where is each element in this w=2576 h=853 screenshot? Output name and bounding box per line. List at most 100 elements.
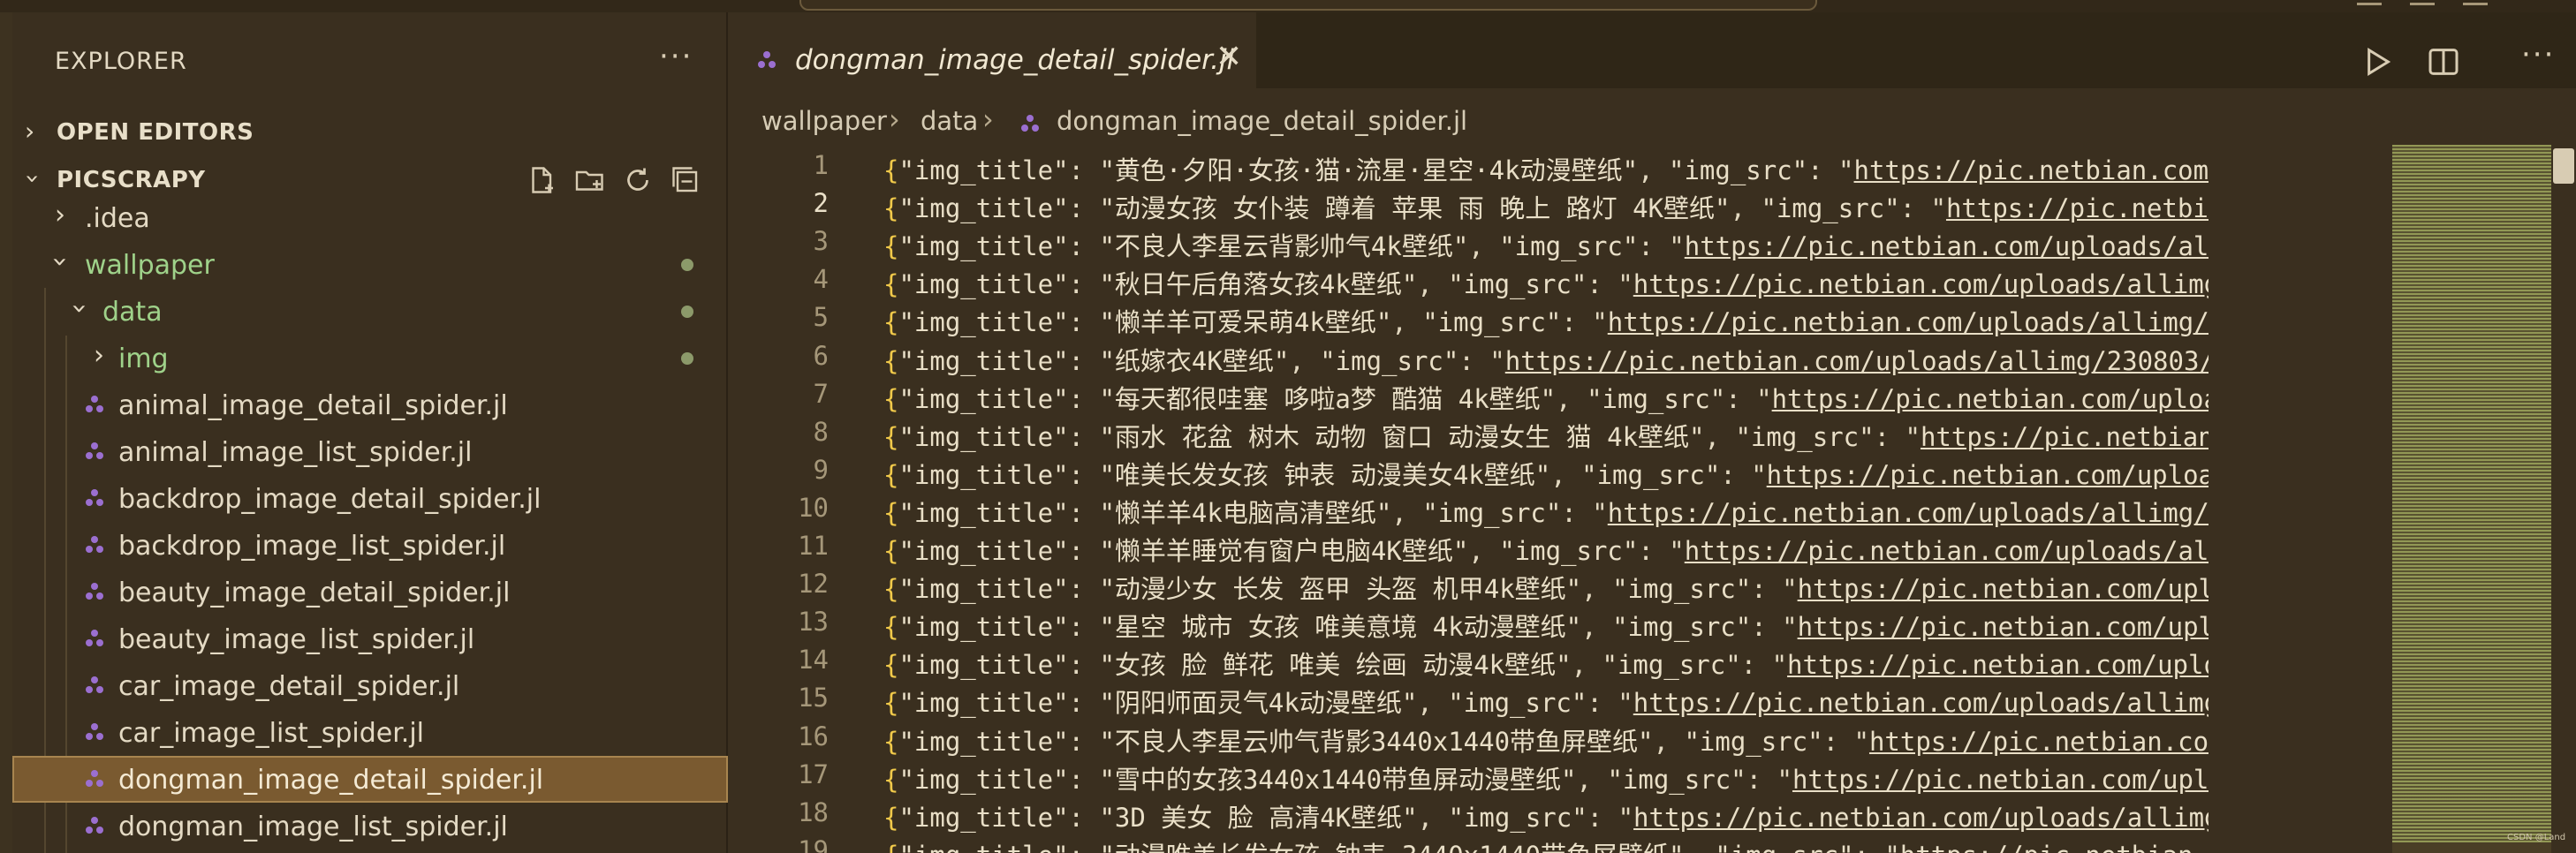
- code-token: "img_title": [898, 383, 1069, 414]
- code-line[interactable]: 8 {"img_title": "雨水 花盆 树木 动物 窗口 动漫女生 猫 4k…: [728, 413, 2375, 452]
- layout-toggle-icon[interactable]: [2410, 0, 2435, 5]
- url-link[interactable]: https://pic.netbian.com/uploads/allimg: [1792, 765, 2209, 795]
- code-line[interactable]: 3 {"img_title": "不良人李星云背影帅气4k壁纸", "img_sr…: [728, 223, 2375, 261]
- tree-file[interactable]: backdrop_image_detail_spider.jl: [12, 475, 728, 522]
- breadcrumb-item[interactable]: wallpaper: [761, 106, 887, 136]
- tree-file-selected[interactable]: dongman_image_detail_spider.jl: [12, 756, 728, 803]
- vertical-scrollbar[interactable]: [2551, 145, 2576, 853]
- code-line[interactable]: 7 {"img_title": "每天都很哇塞 哆啦a梦 酷猫 4k壁纸", "i…: [728, 375, 2375, 414]
- code-line[interactable]: 17 {"img_title": "雪中的女孩3440x1440带鱼屏动漫壁纸",…: [728, 756, 2375, 795]
- code-token: :: [1068, 764, 1100, 795]
- tab-dongman-image-detail-spider[interactable]: dongman_image_detail_spider.jl ✕: [728, 12, 1256, 88]
- code-token: "img_src": [1612, 574, 1752, 605]
- tree-folder-wallpaper[interactable]: › wallpaper: [12, 241, 728, 288]
- code-token: : ": [1807, 155, 1854, 185]
- url-link[interactable]: https://pic.netbian.com/uploads/a: [1869, 727, 2209, 757]
- code-line[interactable]: 4 {"img_title": "秋日午后角落女孩4k壁纸", "img_src"…: [728, 260, 2375, 299]
- tree-file[interactable]: car_image_detail_spider.jl: [12, 662, 728, 709]
- tree-folder-img[interactable]: › img: [12, 335, 728, 381]
- url-link[interactable]: https://pic.netbian.com/uploads/allimg/2…: [1633, 269, 2209, 299]
- julia-file-icon: [758, 51, 776, 68]
- url-link[interactable]: https://pic.netbian.com/uploads/allimg/2…: [1608, 307, 2209, 337]
- close-icon[interactable]: ✕: [1216, 39, 1242, 75]
- split-editor-icon[interactable]: [2426, 44, 2461, 79]
- tree-item-label: dongman_image_list_spider.jl: [118, 811, 508, 842]
- code-token: ,: [1571, 650, 1602, 681]
- code-token: :: [1068, 155, 1100, 185]
- url-link[interactable]: https://pic.netbian.com/uploads/allimg/2…: [1685, 536, 2209, 566]
- url-link[interactable]: https://pic.netbian.com/uploac: [1921, 422, 2209, 452]
- url-link[interactable]: https://pic.netbian.com/uploads/allimg/2…: [1685, 231, 2209, 261]
- minimap[interactable]: [2375, 145, 2551, 853]
- code-token: "img_title": [898, 536, 1069, 566]
- more-actions-icon[interactable]: ···: [659, 39, 693, 74]
- code-line[interactable]: 10 {"img_title": "懒羊羊4k电脑高清壁纸", "img_src"…: [728, 489, 2375, 528]
- breadcrumb-item[interactable]: data: [921, 106, 978, 136]
- julia-file-icon: [86, 583, 103, 600]
- url-link[interactable]: https://pic.netbian.com/uploads/allimg/: [1772, 384, 2209, 414]
- code-token: "阴阳师面灵气4k动漫壁纸": [1099, 688, 1418, 719]
- tree-item-label: car_image_detail_spider.jl: [118, 671, 460, 702]
- tree-file[interactable]: animal_image_detail_spider.jl: [12, 381, 728, 428]
- code-token: "img_src": [1422, 307, 1562, 338]
- code-line[interactable]: 19 {"img_title": "动漫唯美长发女孩 钟表 3440x1440带鱼…: [728, 832, 2375, 853]
- code-line[interactable]: 13 {"img_title": "星空 城市 女孩 唯美意境 4k动漫壁纸", …: [728, 603, 2375, 642]
- refresh-icon[interactable]: [622, 164, 654, 196]
- collapse-all-icon[interactable]: [670, 164, 701, 196]
- url-link[interactable]: https://pic.netbian.com/uploads/allimg/2…: [1608, 498, 2209, 528]
- tree-file[interactable]: car_image_list_spider.jl: [12, 709, 728, 756]
- minimap-gutter: [2375, 145, 2392, 853]
- line-number: 8: [813, 416, 829, 447]
- tree-folder-data[interactable]: › data: [12, 288, 728, 335]
- code-line[interactable]: 6 {"img_title": "纸嫁衣4K壁纸", "img_src": "ht…: [728, 337, 2375, 376]
- layout-toggle-icon[interactable]: [2463, 0, 2488, 5]
- code-token: "img_src": [1499, 536, 1639, 566]
- code-line[interactable]: 14 {"img_title": "女孩 脸 鲜花 唯美 绘画 动漫4k壁纸", …: [728, 641, 2375, 681]
- url-link[interactable]: https://pic.netbian.com/uploads/allimg/2: [1767, 460, 2209, 490]
- code-line[interactable]: 2 {"img_title": "动漫女孩 女仆装 蹲着 苹果 雨 晚上 路灯 4…: [728, 185, 2375, 223]
- code-text: {"img_title": "黄色·夕阳·女孩·猫·流星·星空·4k动漫壁纸",…: [883, 150, 2209, 187]
- tree-file[interactable]: beauty_image_detail_spider.jl: [12, 569, 728, 615]
- code-line[interactable]: 9 {"img_title": "唯美长发女孩 钟表 动漫美女4k壁纸", "im…: [728, 451, 2375, 490]
- code-token: : ": [1720, 459, 1767, 490]
- code-line[interactable]: 11 {"img_title": "懒羊羊睡觉有窗户电脑4K壁纸", "img_s…: [728, 527, 2375, 566]
- url-link[interactable]: https://pic.netbian.com/uploads/al: [1854, 155, 2209, 185]
- url-link[interactable]: https://pic.netbian.com/uploads/allimg: [1798, 574, 2209, 604]
- julia-file-icon: [86, 442, 103, 459]
- url-link[interactable]: https://pic.netbian.com/uplo: [1946, 193, 2209, 223]
- tree-folder-idea[interactable]: › .idea: [12, 194, 728, 241]
- chevron-down-icon: ›: [19, 173, 49, 185]
- url-link[interactable]: https://pic.netbian.com/uploads: [1900, 841, 2209, 853]
- layout-toggle-icon[interactable]: [2357, 0, 2382, 5]
- section-open-editors[interactable]: › OPEN EDITORS: [12, 109, 728, 155]
- code-editor[interactable]: 1 {"img_title": "黄色·夕阳·女孩·猫·流星·星空·4k动漫壁纸"…: [728, 145, 2375, 853]
- tree-file[interactable]: dongman_image_list_spider.jl: [12, 803, 728, 849]
- tree-file[interactable]: animal_image_list_spider.jl: [12, 428, 728, 475]
- url-link[interactable]: https://pic.netbian.com/uploads/allimg/2…: [1633, 803, 2209, 833]
- tree-file[interactable]: backdrop_image_list_spider.jl: [12, 522, 728, 569]
- breadcrumb-item[interactable]: dongman_image_detail_spider.jl: [1057, 106, 1467, 136]
- new-folder-icon[interactable]: [574, 164, 606, 196]
- code-line[interactable]: 1 {"img_title": "黄色·夕阳·女孩·猫·流星·星空·4k动漫壁纸"…: [728, 147, 2375, 185]
- code-line[interactable]: 12 {"img_title": "动漫少女 长发 盔甲 头盔 机甲4k壁纸", …: [728, 565, 2375, 605]
- new-file-icon[interactable]: [527, 164, 558, 196]
- code-line[interactable]: 15 {"img_title": "阴阳师面灵气4k动漫壁纸", "img_src…: [728, 679, 2375, 719]
- code-line[interactable]: 18 {"img_title": "3D 美女 脸 高清4K壁纸", "img_s…: [728, 794, 2375, 833]
- more-actions-icon[interactable]: ···: [2521, 37, 2555, 72]
- code-line[interactable]: 16 {"img_title": "不良人李星云帅气背影3440x1440带鱼屏壁…: [728, 718, 2375, 757]
- url-link[interactable]: https://pic.netbian.com/uploads/allimg/2…: [1505, 346, 2209, 376]
- code-token: "img_src": [1320, 345, 1459, 376]
- command-center[interactable]: [799, 0, 1817, 11]
- tree-file[interactable]: beauty_image_list_spider.jl: [12, 615, 728, 662]
- run-icon[interactable]: [2359, 44, 2394, 79]
- code-token: "不良人李星云帅气背影3440x1440带鱼屏壁纸": [1099, 726, 1654, 757]
- url-link[interactable]: https://pic.netbian.com/uploads/allimg: [1787, 650, 2209, 680]
- tree-item-label: backdrop_image_detail_spider.jl: [118, 484, 542, 515]
- line-number: 10: [798, 492, 829, 523]
- code-token: "懒羊羊4k电脑高清壁纸": [1099, 497, 1392, 528]
- url-link[interactable]: https://pic.netbian.com/uploads/allimg: [1798, 612, 2209, 642]
- code-line[interactable]: 5 {"img_title": "懒羊羊可爱呆萌4k壁纸", "img_src":…: [728, 298, 2375, 338]
- scrollbar-thumb[interactable]: [2553, 148, 2574, 184]
- code-token: "img_title": [898, 497, 1069, 528]
- url-link[interactable]: https://pic.netbian.com/uploads/allimg/2…: [1633, 688, 2209, 718]
